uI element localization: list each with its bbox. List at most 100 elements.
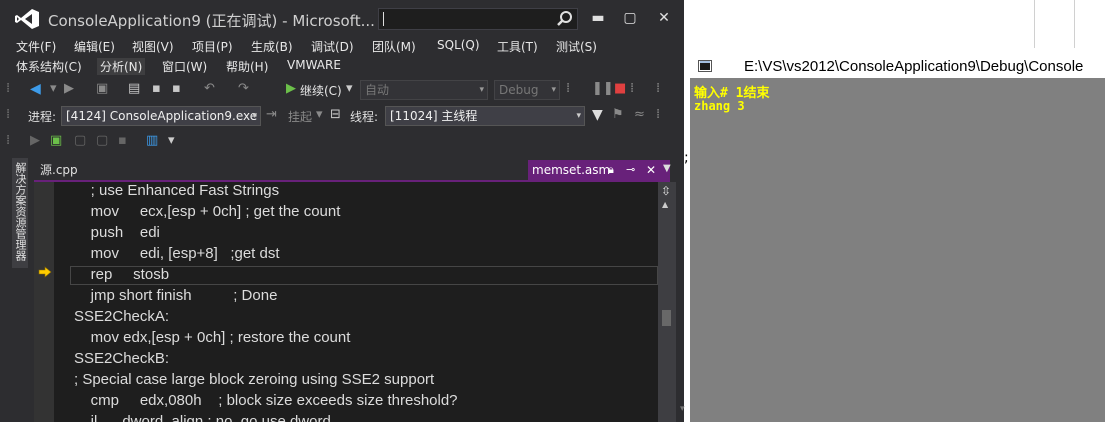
build-config-select[interactable]: Debug ▾	[494, 80, 560, 100]
window-title: ConsoleApplication9 (正在调试) - Microsoft..…	[48, 12, 375, 30]
editor-vertical-scrollbar[interactable]: ⇳ ▲	[658, 182, 676, 422]
close-button[interactable]: ✕	[652, 8, 676, 28]
background-panel-2	[1074, 0, 1105, 48]
minimize-button[interactable]: ▬	[586, 8, 610, 28]
search-icon[interactable]	[556, 10, 574, 28]
thread-value: [11024] 主线程	[390, 109, 478, 123]
navigate-back-icon[interactable]: ◀	[30, 81, 41, 97]
menu-test[interactable]: 测试(S)	[556, 38, 597, 55]
code-line: jmp short finish ; Done	[74, 287, 278, 304]
menu-window[interactable]: 窗口(W)	[162, 58, 207, 75]
menu-help[interactable]: 帮助(H)	[226, 58, 268, 75]
pin-icon[interactable]: ⊸	[626, 160, 635, 180]
process-value: [4124] ConsoleApplication9.exe	[66, 109, 258, 123]
run-to-cursor-icon[interactable]: ▣	[50, 133, 62, 148]
code-line: SSE2CheckB:	[74, 350, 170, 367]
code-editor[interactable]: ; use Enhanced Fast Strings mov ecx,[esp…	[70, 182, 658, 422]
thread-select[interactable]: [11024] 主线程 ▾	[385, 106, 585, 126]
undo-icon[interactable]: ↶	[204, 81, 215, 96]
code-line: mov ecx,[esp + 0ch] ; get the count	[74, 203, 341, 220]
save-icon[interactable]: ▪	[152, 81, 161, 96]
console-output-line: zhang 3	[694, 99, 745, 113]
stop-debugging-icon[interactable]: ■	[614, 81, 626, 96]
menu-view[interactable]: 视图(V)	[132, 38, 174, 55]
close-tab-icon[interactable]: ✕	[646, 160, 656, 180]
save-all-icon[interactable]: ▪	[172, 81, 181, 96]
background-panel	[1034, 0, 1075, 48]
tab-list-dropdown-icon[interactable]: ▼	[663, 163, 671, 174]
quick-launch-input[interactable]	[378, 8, 578, 30]
continue-dropdown-icon[interactable]: ▾	[346, 81, 353, 96]
toolbar-overflow-icon-3[interactable]: ⁞	[656, 107, 660, 122]
menu-architecture[interactable]: 体系结构(C)	[16, 58, 82, 75]
restart-icon[interactable]: ⁞	[630, 81, 634, 96]
scrollbar-thumb[interactable]	[662, 310, 671, 326]
menu-vmware[interactable]: VMWARE	[287, 58, 341, 72]
disabled-icon: ▪	[118, 133, 127, 148]
scroll-up-icon[interactable]: ▲	[662, 200, 668, 209]
solution-config-value: 自动	[365, 83, 390, 97]
scroll-down-icon[interactable]: ▾	[680, 404, 685, 414]
toolbar-more-icon[interactable]: ▾	[168, 133, 175, 148]
chevron-down-icon: ▾	[479, 85, 484, 95]
navigate-forward-icon[interactable]: ▶	[64, 81, 74, 96]
continue-button[interactable]: 继续(C)	[300, 82, 342, 99]
maximize-button[interactable]: ▢	[618, 8, 642, 28]
process-select[interactable]: [4124] ConsoleApplication9.exe ▾	[61, 106, 261, 126]
toolbar-overflow-icon[interactable]: ⁞	[566, 81, 570, 96]
step-out-icon[interactable]: ▢	[96, 133, 108, 148]
read-only-lock-icon: 🔒︎	[608, 163, 614, 176]
dropdown-arrow-icon[interactable]: ▾	[50, 81, 57, 96]
console-window[interactable]	[690, 56, 1105, 422]
debug-toolbar-3: ⁞ ▶ ▣ ▢ ▢ ▪ ▥ ▾	[0, 130, 684, 156]
menu-team[interactable]: 团队(M)	[372, 38, 416, 55]
menu-edit[interactable]: 编辑(E)	[74, 38, 115, 55]
visual-studio-logo-icon	[15, 9, 39, 29]
show-next-statement-icon[interactable]: ▥	[146, 133, 158, 148]
visual-studio-window: ConsoleApplication9 (正在调试) - Microsoft..…	[0, 0, 684, 422]
suspend-icon[interactable]: ⇥	[266, 107, 277, 122]
split-window-icon[interactable]: ⇳	[661, 184, 671, 198]
tab-source-cpp[interactable]: 源.cpp	[34, 160, 84, 180]
menu-debug[interactable]: 调试(D)	[311, 38, 354, 55]
step-over-icon[interactable]: ▢	[74, 133, 86, 148]
code-line: push edi	[74, 224, 160, 241]
build-config-value: Debug	[499, 83, 539, 97]
chevron-down-icon: ▾	[576, 111, 581, 121]
toolbar-overflow-icon-2[interactable]: ⁞	[656, 81, 660, 96]
chevron-down-icon: ▾	[252, 111, 257, 121]
console-app-icon	[698, 60, 712, 72]
solution-explorer-side-tab[interactable]: 解决方案资源管理器	[12, 158, 28, 268]
current-statement-arrow-icon	[38, 266, 52, 278]
background-glyph: ;	[684, 150, 689, 166]
tab-memset-asm[interactable]: memset.asm 🔒︎ ⊸ ✕	[528, 160, 670, 180]
menu-project[interactable]: 项目(P)	[192, 38, 233, 55]
filter-icon[interactable]: ▼	[592, 107, 603, 123]
step-icon[interactable]: ▶	[30, 133, 40, 148]
show-threads-icon[interactable]: ≈	[634, 107, 645, 122]
new-project-icon[interactable]: ▣	[96, 81, 108, 96]
suspend-dropdown-icon[interactable]: ▾	[316, 107, 323, 122]
flag-icon[interactable]: ⚑	[612, 107, 624, 122]
continue-icon[interactable]: ▶	[286, 81, 296, 96]
standard-toolbar: ⁞ ◀ ▾ ▶ ▣ ▤ ▪ ▪ ↶ ↷ ▶ 继续(C) ▾ 自动 ▾ Debug ▾…	[0, 78, 684, 102]
suspend-button[interactable]: 挂起	[288, 108, 312, 125]
tab-memset-label: memset.asm	[532, 163, 611, 177]
open-file-icon[interactable]: ▤	[128, 81, 140, 96]
menu-build[interactable]: 生成(B)	[251, 38, 293, 55]
breakpoint-gutter[interactable]	[34, 182, 54, 422]
break-all-icon[interactable]: ❚❚	[592, 81, 614, 96]
document-tabs: 源.cpp memset.asm 🔒︎ ⊸ ✕	[34, 160, 678, 180]
menu-analyze[interactable]: 分析(N)	[97, 58, 146, 75]
menu-tools[interactable]: 工具(T)	[497, 38, 538, 55]
code-line: SSE2CheckA:	[74, 308, 170, 325]
thread-icon: ⊟	[330, 107, 341, 122]
code-line: rep stosb	[74, 266, 170, 283]
console-title: E:\VS\vs2012\ConsoleApplication9\Debug\C…	[744, 58, 1084, 75]
code-line: ; use Enhanced Fast Strings	[74, 182, 280, 199]
menu-sql[interactable]: SQL(Q)	[437, 38, 480, 52]
solution-config-select[interactable]: 自动 ▾	[360, 80, 488, 100]
code-line: jl dword_align ; no, go use dword	[74, 413, 331, 422]
redo-icon[interactable]: ↷	[238, 81, 249, 96]
menu-file[interactable]: 文件(F)	[16, 38, 56, 55]
